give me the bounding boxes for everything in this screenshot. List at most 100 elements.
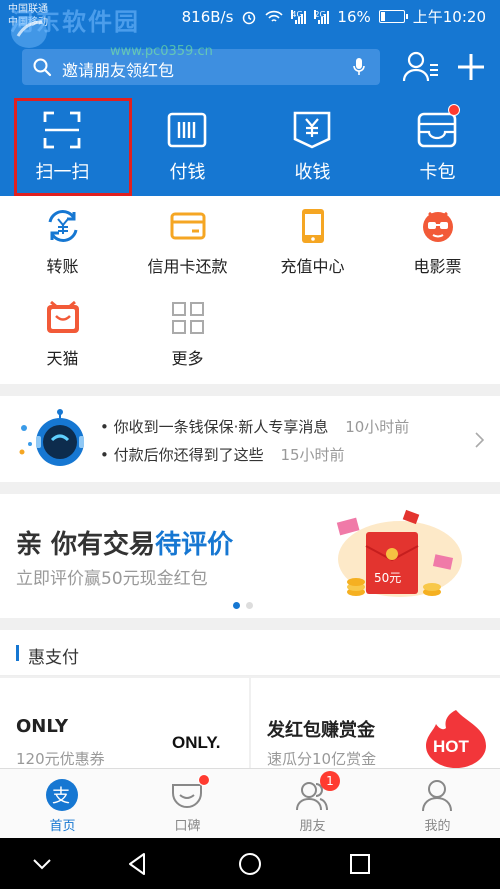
transfer-label: 转账 <box>46 257 79 276</box>
promo-desc: 速瓜分10亿赏金 <box>267 750 377 768</box>
transfer-icon <box>48 210 78 242</box>
status-bar: 中国联通 中国移动 河东软件园 816B/s 4G 2G 16% 上午10:20 <box>0 0 500 36</box>
koubei-notification-dot <box>198 774 210 786</box>
promo-card-only[interactable]: ONLY 120元优惠券 ONLY. <box>0 678 249 768</box>
home-icon[interactable] <box>234 848 266 880</box>
search-placeholder: 邀请朋友领红包 <box>62 61 175 80</box>
grid-item-more[interactable]: 更多 <box>125 288 250 378</box>
battery-icon <box>378 10 408 23</box>
signal-1-icon: 4G <box>291 9 307 24</box>
movie-ticket-icon <box>423 211 453 242</box>
clock: 上午10:20 <box>412 8 486 26</box>
message-text: 付款后你还得到了这些 <box>113 446 264 464</box>
battery-percent: 16% <box>337 7 371 26</box>
chevron-down-icon[interactable] <box>26 848 58 880</box>
tab-profile[interactable]: 我的 <box>375 769 500 839</box>
watermark-url: www.pc0359.cn <box>110 44 213 59</box>
wifi-icon <box>265 10 284 22</box>
add-icon[interactable] <box>454 50 488 84</box>
banner-title-prefix: 亲 你有交易 <box>16 530 156 560</box>
barcode-icon <box>167 112 207 148</box>
banner-title-highlight: 待评价 <box>155 530 234 560</box>
profile-icon <box>422 780 452 812</box>
back-icon[interactable] <box>122 848 154 880</box>
battery-fill <box>380 12 385 21</box>
tab-label: 朋友 <box>299 819 326 834</box>
banner-subtitle: 立即评价赢50元现金红包 <box>16 569 208 589</box>
message-time: 10小时前 <box>345 418 410 436</box>
tab-koubei[interactable]: 口碑 <box>125 769 250 839</box>
envelope-amount: 50元 <box>374 571 401 585</box>
carousel-dot <box>233 602 240 609</box>
cards-notification-dot <box>448 104 460 116</box>
message-item: • 你收到一条钱保保·新人专享消息 10小时前 <box>100 416 409 437</box>
more-label: 更多 <box>171 349 204 368</box>
cards-label: 卡包 <box>419 162 456 183</box>
svg-text:HOT: HOT <box>433 737 470 756</box>
bullet: • <box>100 446 109 464</box>
bottom-tab-bar: 支 首页 口碑 1 朋友 我的 <box>0 768 500 838</box>
promo-desc: 120元优惠券 <box>16 750 105 768</box>
tab-home[interactable]: 支 首页 <box>0 769 125 839</box>
grid-item-transfer[interactable]: 转账 <box>0 196 125 286</box>
robot-assistant-icon <box>19 409 84 466</box>
quick-action-collect[interactable]: 收钱 <box>250 96 375 196</box>
hui-section-title: 惠支付 <box>28 648 79 668</box>
only-brand-logo: ONLY. <box>172 733 221 752</box>
scan-highlight-box <box>14 98 132 196</box>
recharge-label: 充值中心 <box>280 257 345 276</box>
tab-label: 我的 <box>424 819 451 834</box>
more-grid-icon <box>172 302 204 334</box>
hui-section-header: 惠支付 <box>0 630 500 676</box>
tab-label: 首页 <box>49 819 76 834</box>
grid-item-recharge[interactable]: 充值中心 <box>250 196 375 286</box>
tmall-label: 天猫 <box>46 349 79 368</box>
grid-item-movie[interactable]: 电影票 <box>375 196 500 286</box>
phone-recharge-icon <box>302 209 324 243</box>
promo-banner[interactable]: 亲 你有交易待评价 立即评价赢50元现金红包 50元 <box>0 494 500 618</box>
message-text: 你收到一条钱保保·新人专享消息 <box>113 418 329 436</box>
tab-label: 口碑 <box>174 819 201 834</box>
bullet: • <box>100 418 109 436</box>
grid-item-credit-card[interactable]: 信用卡还款 <box>125 196 250 286</box>
collect-label: 收钱 <box>294 162 331 183</box>
net-speed: 816B/s <box>181 7 234 26</box>
grid-item-tmall[interactable]: 天猫 <box>0 288 125 378</box>
card-wallet-icon <box>417 112 457 148</box>
movie-label: 电影票 <box>413 257 462 276</box>
promo-card-red-packet[interactable]: 发红包赚赏金 速瓜分10亿赏金 HOT <box>251 678 500 768</box>
system-nav-bar <box>0 838 500 889</box>
tmall-icon <box>47 300 79 333</box>
friends-badge: 1 <box>320 771 340 791</box>
message-time: 15小时前 <box>280 446 345 464</box>
chevron-right-icon <box>475 432 484 448</box>
quick-action-cards[interactable]: 卡包 <box>375 96 500 196</box>
promo-name: 发红包赚赏金 <box>267 720 375 741</box>
service-grid: 转账 信用卡还款 充值中心 电影票 天猫 更多 <box>0 196 500 384</box>
carousel-dot <box>246 602 253 609</box>
alarm-icon <box>243 11 256 24</box>
status-icons: 816B/s 4G 2G 16% 上午10:20 <box>182 6 486 27</box>
quick-action-pay[interactable]: 付钱 <box>125 96 250 196</box>
home-alipay-icon: 支 <box>46 779 78 811</box>
microphone-icon[interactable] <box>352 57 366 77</box>
signal-2-icon: 2G <box>314 9 330 24</box>
hot-flame-icon: HOT <box>426 710 486 768</box>
banner-title: 亲 你有交易待评价 <box>16 524 233 561</box>
section-accent-bar <box>16 645 19 661</box>
promo-name: ONLY <box>16 716 69 737</box>
tab-friends[interactable]: 1 朋友 <box>250 769 375 839</box>
contacts-icon[interactable] <box>400 49 440 85</box>
home-header: 邀请朋友领红包 扫一扫 付钱 收钱 卡包 <box>0 34 500 196</box>
search-icon <box>33 58 52 77</box>
credit-card-icon <box>170 212 206 240</box>
message-item: • 付款后你还得到了这些 15小时前 <box>100 444 345 465</box>
credit-card-label: 信用卡还款 <box>147 257 228 276</box>
watermark-logo <box>11 16 47 48</box>
svg-text:支: 支 <box>52 786 70 807</box>
yuan-receipt-icon <box>293 111 331 149</box>
pay-label: 付钱 <box>169 162 206 183</box>
recents-icon[interactable] <box>344 848 376 880</box>
message-card[interactable]: • 你收到一条钱保保·新人专享消息 10小时前 • 付款后你还得到了这些 15小… <box>0 396 500 482</box>
red-envelope-illustration: 50元 <box>336 509 462 597</box>
